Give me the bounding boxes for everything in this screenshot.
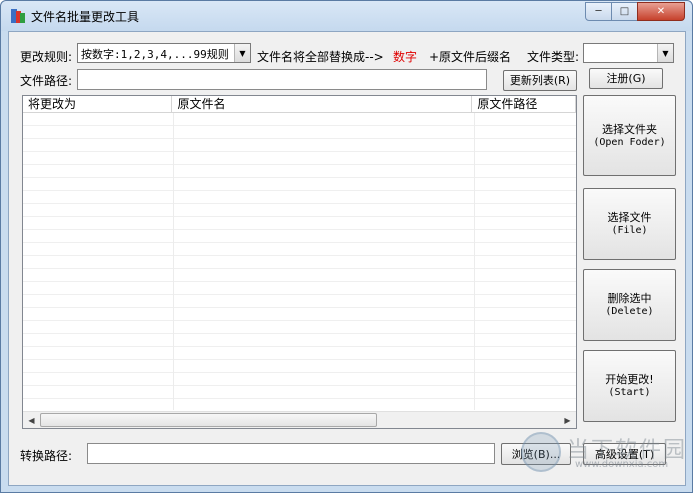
delete-selected-sublabel: (Delete) bbox=[605, 306, 654, 317]
start-button[interactable]: 开始更改! (Start) bbox=[583, 350, 676, 422]
maximize-button[interactable]: □ bbox=[611, 2, 638, 21]
list-header: 将更改为 原文件名 原文件路径 bbox=[23, 96, 576, 113]
column-header-new-name[interactable]: 将更改为 bbox=[23, 96, 173, 113]
convert-path-input[interactable] bbox=[87, 443, 495, 464]
convert-path-label: 转换路径: bbox=[20, 449, 73, 463]
column-header-original-name[interactable]: 原文件名 bbox=[172, 96, 473, 113]
start-label: 开始更改! bbox=[605, 373, 654, 386]
browse-button[interactable]: 浏览(B)... bbox=[501, 443, 571, 465]
rule-combobox-value: 按数字:1,2,3,4,...99规则 bbox=[81, 48, 229, 61]
select-folder-sublabel: (Open Foder) bbox=[593, 136, 666, 148]
filetype-label: 文件类型: bbox=[527, 50, 580, 64]
client-area: 更改规则: 按数字:1,2,3,4,...99规则 ▼ 文件名将全部替换成-->… bbox=[8, 31, 686, 486]
scrollbar-thumb[interactable] bbox=[40, 413, 377, 427]
advanced-settings-label: 高级设置(T) bbox=[594, 447, 655, 461]
replace-text: 文件名将全部替换成--> bbox=[257, 50, 384, 64]
chevron-down-icon[interactable]: ▼ bbox=[234, 44, 250, 62]
select-file-sublabel: (File) bbox=[611, 225, 648, 236]
close-button[interactable]: ✕ bbox=[637, 2, 685, 21]
advanced-settings-button[interactable]: 高级设置(T) bbox=[583, 443, 666, 465]
file-list[interactable]: 将更改为 原文件名 原文件路径 ◀ ▶ bbox=[22, 95, 577, 429]
chevron-down-icon[interactable]: ▼ bbox=[657, 44, 673, 62]
scroll-right-icon[interactable]: ▶ bbox=[559, 412, 576, 428]
app-icon bbox=[11, 9, 25, 23]
horizontal-scrollbar[interactable]: ◀ ▶ bbox=[23, 411, 576, 428]
delete-selected-button[interactable]: 删除选中 (Delete) bbox=[583, 269, 676, 341]
suffix-text: +原文件后缀名 bbox=[429, 50, 512, 64]
path-label: 文件路径: bbox=[20, 74, 73, 88]
select-file-button[interactable]: 选择文件 (File) bbox=[583, 188, 676, 260]
select-file-label: 选择文件 bbox=[607, 211, 652, 224]
select-folder-label: 选择文件夹 bbox=[602, 122, 657, 136]
rule-label: 更改规则: bbox=[20, 50, 73, 64]
delete-selected-label: 删除选中 bbox=[607, 292, 652, 305]
refresh-list-label: 更新列表(R) bbox=[509, 74, 571, 87]
filetype-combobox[interactable]: ▼ bbox=[583, 43, 674, 63]
title-bar[interactable]: 文件名批量更改工具 ─ □ ✕ bbox=[1, 1, 692, 31]
register-button[interactable]: 注册(G) bbox=[589, 68, 663, 89]
replace-target: 数字 bbox=[393, 50, 418, 64]
start-sublabel: (Start) bbox=[608, 387, 651, 398]
column-header-original-path[interactable]: 原文件路径 bbox=[472, 96, 576, 113]
rule-combobox[interactable]: 按数字:1,2,3,4,...99规则 ▼ bbox=[77, 43, 251, 63]
register-label: 注册(G) bbox=[606, 72, 646, 85]
minimize-button[interactable]: ─ bbox=[585, 2, 612, 21]
select-folder-button[interactable]: 选择文件夹 (Open Foder) bbox=[583, 95, 676, 176]
app-window: 文件名批量更改工具 ─ □ ✕ 更改规则: 按数字:1,2,3,4,...99规… bbox=[0, 0, 693, 493]
refresh-list-button[interactable]: 更新列表(R) bbox=[503, 70, 577, 91]
browse-label: 浏览(B)... bbox=[511, 447, 561, 461]
window-title: 文件名批量更改工具 bbox=[31, 10, 140, 24]
path-input[interactable] bbox=[77, 69, 487, 90]
list-body[interactable] bbox=[23, 113, 576, 410]
scroll-left-icon[interactable]: ◀ bbox=[23, 412, 40, 428]
